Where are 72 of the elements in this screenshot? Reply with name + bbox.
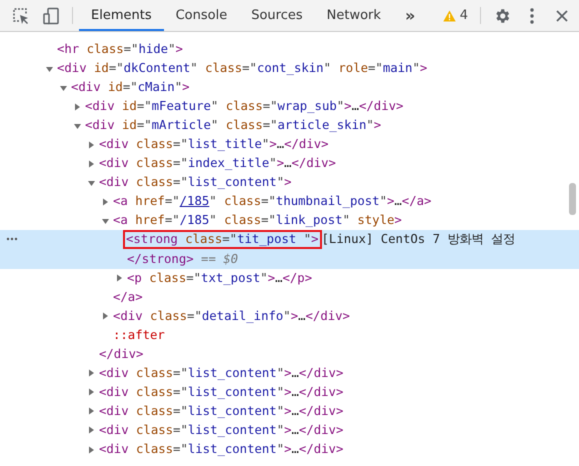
caret-icon[interactable]: [88, 388, 95, 396]
code-line[interactable]: <hr class="hide">: [57, 42, 183, 58]
warnings-button[interactable]: 4: [436, 0, 474, 31]
code-line[interactable]: <a href="/185" class="link_post" style>: [113, 213, 402, 228]
tree-row[interactable]: <div id="mArticle" class="article_skin">: [0, 116, 579, 136]
code-line[interactable]: <div class="list_content">…</div>: [99, 442, 344, 457]
selected-row[interactable]: </strong> == $0: [0, 250, 579, 269]
caret-icon[interactable]: [102, 312, 109, 320]
code-line[interactable]: </div>: [99, 346, 144, 362]
caret-icon[interactable]: [88, 140, 95, 149]
node-text: [Linux] CentOs 7 방화벽 설정: [322, 232, 515, 248]
caret-icon[interactable]: [88, 178, 95, 187]
tree-row[interactable]: <div class="detail_info">…</div>: [0, 306, 579, 326]
tree-row[interactable]: <div class="list_content">: [0, 173, 579, 192]
tree-row[interactable]: <div id="dkContent" class="cont_skin" role="main">: [0, 59, 579, 78]
code-line[interactable]: <div class="list_content">…</div>: [99, 366, 344, 381]
tree-row[interactable]: <div class="list_content">…</div>: [0, 420, 579, 440]
console-reference: == $0: [200, 252, 238, 266]
code-line[interactable]: </a>: [113, 290, 143, 305]
code-line[interactable]: <div class="list_title">…</div>: [99, 137, 329, 152]
code-line[interactable]: <a href="/185" class="thumbnail_post">…</a>: [113, 194, 432, 210]
tree-row[interactable]: ::after: [0, 326, 579, 345]
caret-icon[interactable]: [88, 446, 95, 454]
scrollbar-thumb[interactable]: [569, 183, 576, 215]
caret-icon[interactable]: [46, 64, 53, 73]
caret-icon[interactable]: [60, 84, 67, 92]
code-line[interactable]: <div id="mArticle" class="article_skin">: [85, 118, 382, 134]
code-line[interactable]: <div class="detail_info">…</div>: [113, 308, 350, 324]
caret-icon[interactable]: [88, 369, 95, 378]
tree-row[interactable]: <a href="/185" class="link_post" style>: [0, 211, 579, 230]
more-icon[interactable]: [6, 237, 18, 242]
tree-row[interactable]: <div id="mFeature" class="wrap_sub">…</div>: [0, 97, 579, 116]
code-line[interactable]: </strong>: [127, 252, 194, 267]
more-tabs-button[interactable]: »: [396, 0, 424, 31]
panel-tab[interactable]: Network: [314, 2, 393, 31]
code-line[interactable]: <div class="list_content">: [99, 175, 292, 190]
tree-row[interactable]: <p class="txt_post">…</p>: [0, 268, 579, 288]
device-icon[interactable]: [42, 6, 60, 24]
tree-row[interactable]: <div id="cMain">: [0, 78, 579, 98]
selected-row[interactable]: <strong class="tit_post "> [Linux] CentOs 7 방화벽 설정: [0, 230, 579, 250]
caret-icon[interactable]: [102, 198, 109, 206]
caret-icon[interactable]: [88, 426, 95, 434]
tree-row[interactable]: <a href="/185" class="thumbnail_post">…</a>: [0, 192, 579, 212]
caret-icon[interactable]: [74, 122, 81, 130]
code-line[interactable]: <div id="mFeature" class="wrap_sub">…</div>: [85, 99, 404, 114]
tree-row[interactable]: <div class="index_title">…</div>: [0, 154, 579, 174]
panel-tab[interactable]: Elements: [79, 2, 164, 31]
code-line[interactable]: <div id="dkContent" class="cont_skin" role="main">: [57, 61, 428, 76]
code-line[interactable]: ::after: [113, 328, 165, 343]
caret-icon[interactable]: [74, 102, 81, 111]
close-icon[interactable]: [556, 10, 568, 22]
inspect-icon[interactable]: [12, 6, 30, 24]
code-line[interactable]: <div class="list_content">…</div>: [99, 422, 344, 438]
tree-row[interactable]: <div class="list_content">…</div>: [0, 364, 579, 383]
tree-row[interactable]: <div class="list_title">…</div>: [0, 135, 579, 154]
code-line[interactable]: <p class="txt_post">…</p>: [127, 270, 312, 286]
tree-row[interactable]: <hr class="hide">: [0, 40, 579, 60]
code-line[interactable]: <div class="list_content">…</div>: [99, 404, 344, 419]
panel-tab[interactable]: Sources: [239, 2, 315, 31]
tree-row[interactable]: <div class="list_content">…</div>: [0, 440, 579, 460]
menu-icon[interactable]: [530, 8, 534, 24]
code-line[interactable]: <div class="list_content">…</div>: [99, 384, 344, 400]
caret-icon[interactable]: [102, 216, 109, 225]
code-line[interactable]: <div class="index_title">…</div>: [99, 156, 336, 172]
caret-icon[interactable]: [116, 274, 123, 282]
caret-icon[interactable]: [88, 407, 95, 416]
code-line[interactable]: <div id="cMain">: [71, 80, 190, 96]
panel-tab[interactable]: Console: [164, 2, 240, 31]
tree-row[interactable]: <div class="list_content">…</div>: [0, 382, 579, 402]
warning-icon: [442, 10, 456, 22]
tree-row[interactable]: <div class="list_content">…</div>: [0, 402, 579, 421]
caret-icon[interactable]: [88, 160, 95, 168]
